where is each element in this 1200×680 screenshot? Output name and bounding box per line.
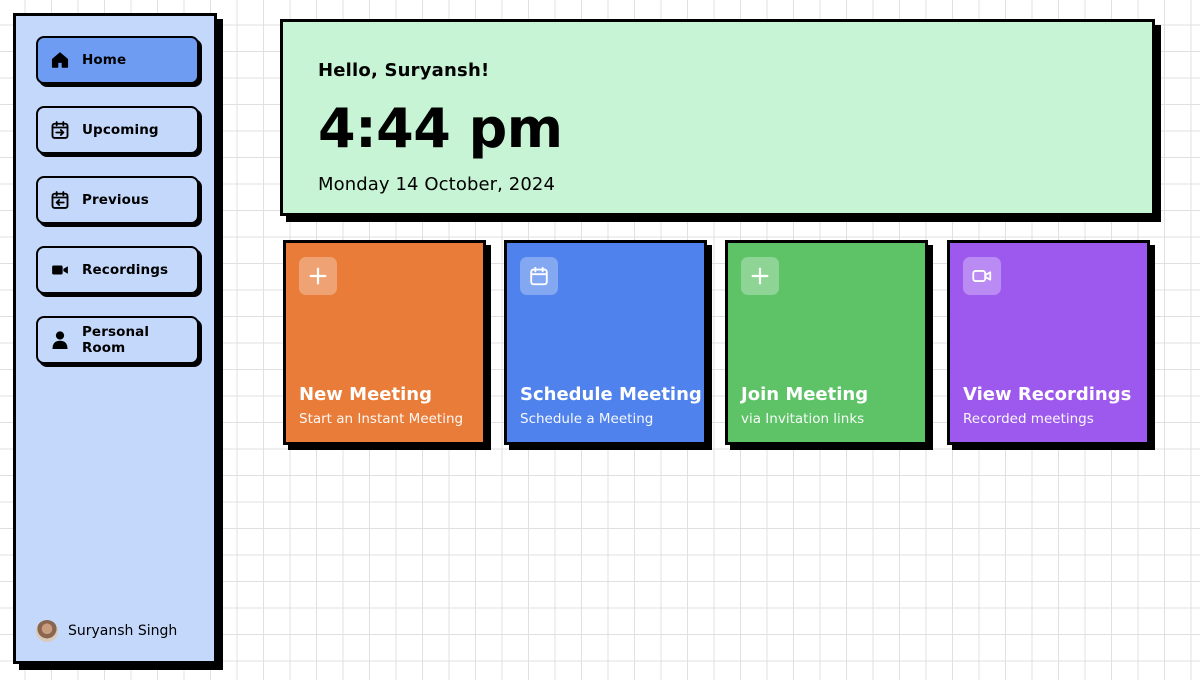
card-title: New Meeting bbox=[299, 384, 432, 405]
calendar-arrow-left-icon bbox=[50, 190, 70, 210]
join-meeting-card[interactable]: Join Meeting via Invitation links bbox=[725, 240, 928, 445]
home-icon bbox=[50, 50, 70, 70]
sidebar-item-previous[interactable]: Previous bbox=[36, 176, 199, 224]
current-date: Monday 14 October, 2024 bbox=[318, 174, 555, 195]
card-subtitle: Start an Instant Meeting bbox=[299, 411, 464, 427]
card-subtitle: Recorded meetings bbox=[963, 411, 1094, 427]
plus-icon bbox=[299, 257, 337, 295]
sidebar-item-home[interactable]: Home bbox=[36, 36, 199, 84]
user-profile[interactable]: Suryansh Singh bbox=[36, 620, 177, 642]
sidebar-item-label: Home bbox=[82, 52, 127, 68]
greeting-panel: Hello, Suryansh! 4:44 pm Monday 14 Octob… bbox=[280, 19, 1155, 216]
sidebar-item-label: Previous bbox=[82, 192, 149, 208]
sidebar: Home Upcoming Previous Recordings Person… bbox=[13, 13, 217, 664]
avatar bbox=[36, 620, 58, 642]
card-subtitle: via Invitation links bbox=[741, 411, 865, 427]
schedule-meeting-card[interactable]: Schedule Meeting Schedule a Meeting bbox=[504, 240, 707, 445]
sidebar-item-recordings[interactable]: Recordings bbox=[36, 246, 199, 294]
current-time: 4:44 pm bbox=[318, 97, 563, 160]
video-icon bbox=[963, 257, 1001, 295]
view-recordings-card[interactable]: View Recordings Recorded meetings bbox=[947, 240, 1150, 445]
sidebar-item-label: Personal Room bbox=[81, 324, 150, 356]
new-meeting-card[interactable]: New Meeting Start an Instant Meeting bbox=[283, 240, 486, 445]
card-subtitle: Schedule a Meeting bbox=[520, 411, 654, 427]
greeting-text: Hello, Suryansh! bbox=[318, 60, 490, 81]
card-title: Schedule Meeting bbox=[520, 384, 702, 405]
sidebar-item-label: Upcoming bbox=[82, 122, 159, 138]
sidebar-item-personal-room[interactable]: Personal Room bbox=[36, 316, 199, 364]
sidebar-item-label: Recordings bbox=[82, 262, 169, 278]
sidebar-item-upcoming[interactable]: Upcoming bbox=[36, 106, 199, 154]
calendar-arrow-right-icon bbox=[50, 120, 70, 140]
card-title: View Recordings bbox=[963, 384, 1132, 405]
card-title: Join Meeting bbox=[741, 384, 869, 405]
calendar-icon bbox=[520, 257, 558, 295]
plus-icon bbox=[741, 257, 779, 295]
user-name: Suryansh Singh bbox=[68, 623, 178, 639]
video-camera-icon bbox=[50, 260, 70, 280]
person-icon bbox=[50, 330, 70, 350]
